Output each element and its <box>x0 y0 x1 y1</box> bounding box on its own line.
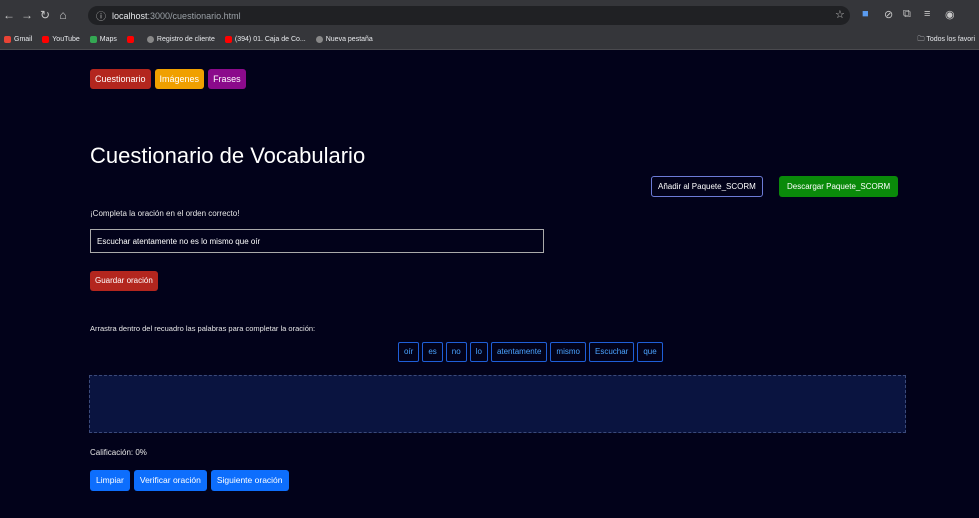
sentence-input[interactable] <box>90 229 544 253</box>
clear-button[interactable]: Limpiar <box>90 470 130 491</box>
site-info-icon[interactable]: ⓘ <box>96 8 106 23</box>
word-chip[interactable]: oír <box>398 342 420 362</box>
bookmark-label: Gmail <box>14 36 33 43</box>
bottom-actions: Limpiar Verificar oración Siguiente orac… <box>90 470 289 491</box>
bookmark-label: Nueva pestaña <box>325 36 373 43</box>
word-chip[interactable]: no <box>445 342 467 362</box>
drag-instruction: Arrastra dentro del recuadro las palabra… <box>90 324 316 333</box>
drop-zone[interactable] <box>89 375 906 433</box>
tab-imagenes[interactable]: Imágenes <box>154 69 205 89</box>
download-scorm-button[interactable]: Descargar Paquete_SCORM <box>779 176 899 197</box>
bookmark-registro[interactable]: Registro de cliente <box>146 36 215 43</box>
globe-icon <box>315 36 323 43</box>
bookmark-youtube[interactable]: YouTube <box>42 36 80 43</box>
verify-button[interactable]: Verificar oración <box>133 470 207 491</box>
word-chip[interactable]: que <box>637 342 663 362</box>
youtube-icon <box>42 36 50 43</box>
all-bookmarks-label: Todos los favori <box>926 36 975 43</box>
nav-tabs: Cuestionario Imágenes Frases <box>90 69 246 89</box>
reload-icon[interactable]: ↻ <box>36 8 54 22</box>
all-bookmarks[interactable]: 🗀 Todos los favori <box>918 35 975 46</box>
globe-icon <box>146 36 154 43</box>
tab-frases[interactable]: Frases <box>208 69 246 89</box>
page-title: Cuestionario de Vocabulario <box>90 143 366 168</box>
word-chip[interactable]: mismo <box>550 342 586 362</box>
word-chip[interactable]: lo <box>469 342 488 362</box>
bookmark-label: Registro de cliente <box>156 36 215 43</box>
back-icon[interactable]: ← <box>0 8 18 22</box>
profile-avatar-icon[interactable]: ◉ <box>945 8 955 21</box>
forward-icon[interactable]: → <box>18 8 36 22</box>
extensions-puzzle-icon[interactable]: ⧉ <box>903 8 911 21</box>
grade-text: Calificación: 0% <box>90 448 147 457</box>
menu-lines-icon[interactable]: ≡ <box>924 8 930 20</box>
word-chip[interactable]: Escuchar <box>588 342 635 362</box>
bookmarks-bar: Gmail YouTube Maps Registro de cliente (… <box>0 30 979 50</box>
gmail-icon <box>4 36 11 43</box>
bookmark-star-icon[interactable]: ☆ <box>835 8 845 21</box>
youtube-icon <box>224 36 232 43</box>
url-path: :3000/cuestionario.html <box>147 10 241 21</box>
bookmark-label: (394) 01. Caja de Co... <box>234 36 306 43</box>
bookmark-label: YouTube <box>52 36 80 43</box>
bookmark-maps[interactable]: Maps <box>89 36 117 43</box>
maps-icon <box>89 36 97 43</box>
youtube-icon <box>126 36 134 43</box>
add-scorm-button[interactable]: Añadir al Paquete_SCORM <box>651 176 763 197</box>
bookmark-nueva-pestana[interactable]: Nueva pestaña <box>315 36 373 43</box>
tab-cuestionario[interactable]: Cuestionario <box>90 69 151 89</box>
address-bar[interactable]: ⓘ localhost :3000/cuestionario.html <box>88 6 850 25</box>
bookmark-label: Maps <box>99 36 117 43</box>
blocked-icon[interactable]: ⊘ <box>884 8 893 21</box>
instruction-text: ¡Completa la oración en el orden correct… <box>90 209 240 218</box>
next-sentence-button[interactable]: Siguiente oración <box>210 470 289 491</box>
word-chip[interactable]: es <box>422 342 443 362</box>
url-host: localhost <box>112 10 148 21</box>
save-sentence-button[interactable]: Guardar oración <box>90 271 158 291</box>
page-content: Cuestionario Imágenes Frases Cuestionari… <box>0 51 979 518</box>
extension-icon[interactable]: ■ <box>862 8 869 20</box>
word-bank: oír es no lo atentamente mismo Escuchar … <box>398 342 663 362</box>
word-chip[interactable]: atentamente <box>490 342 548 362</box>
bookmark-caja[interactable]: (394) 01. Caja de Co... <box>224 36 306 43</box>
bookmark-youtube-2[interactable] <box>126 36 137 43</box>
home-icon[interactable]: ⌂ <box>54 8 72 22</box>
bookmark-gmail[interactable]: Gmail <box>4 36 32 43</box>
